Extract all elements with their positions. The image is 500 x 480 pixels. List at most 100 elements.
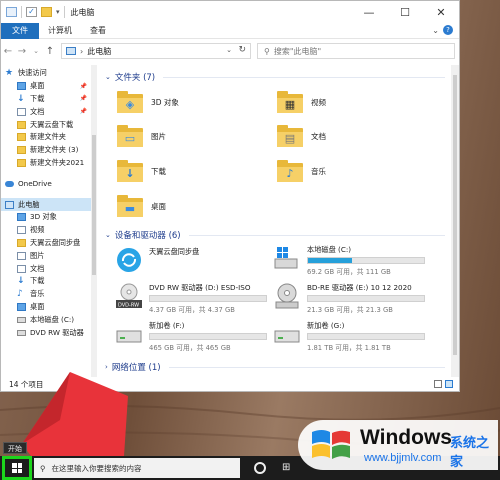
nav-item-3d-objects[interactable]: 3D 对象: [1, 211, 93, 224]
nav-quick-access[interactable]: ★ 快速访问: [1, 67, 93, 80]
music-icon: ♪: [17, 289, 23, 300]
quick-access-toolbar: ✓ ▾: [1, 6, 65, 18]
folder-label: 音乐: [311, 166, 326, 176]
taskbar-search-placeholder: 在这里输入你要搜索的内容: [51, 463, 142, 473]
breadcrumb-this-pc[interactable]: 此电脑: [87, 46, 111, 57]
device-dvd-d[interactable]: DVD-RW DVD RW 驱动器 (D:) ESD-ISO 4.37 GB 可…: [115, 283, 267, 314]
expand-ribbon-chevron-icon[interactable]: ⌄: [432, 26, 439, 35]
nav-item-desktop[interactable]: 桌面 📌: [1, 80, 93, 93]
nav-item-folder[interactable]: 新建文件夹 (3): [1, 144, 93, 157]
recent-locations-chevron-icon[interactable]: ⌄: [29, 47, 43, 55]
group-header-devices[interactable]: ⌄ 设备和驱动器 (6): [105, 229, 445, 241]
folder-videos[interactable]: ▦ 视频: [277, 91, 326, 113]
address-bar[interactable]: › 此电脑 ⌄ ↻: [61, 43, 251, 59]
group-header-folders[interactable]: ⌄ 文件夹 (7): [105, 71, 445, 83]
nav-item-dvd[interactable]: DVD RW 驱动器: [1, 326, 93, 339]
nav-item-pictures[interactable]: 图片: [1, 249, 93, 262]
nav-item-cloud-sync[interactable]: 天翼云盘同步盘: [1, 237, 93, 250]
dvd-icon: [17, 329, 26, 336]
group-header-network[interactable]: › 网络位置 (1): [105, 361, 445, 373]
search-box[interactable]: ⚲ 搜索"此电脑": [257, 43, 455, 59]
toolbar-divider: [63, 6, 65, 18]
forward-arrow-icon[interactable]: →: [15, 46, 29, 57]
nav-item-local-disk-c[interactable]: 本地磁盘 (C:): [1, 313, 93, 326]
nav-item-folder[interactable]: 新建文件夹: [1, 131, 93, 144]
capacity-fill: [308, 258, 353, 263]
folder-pictures[interactable]: ▭ 图片: [117, 125, 166, 147]
nav-item-downloads[interactable]: ↓ 下载 📌: [1, 93, 93, 106]
folder-downloads[interactable]: ↓ 下载: [117, 160, 166, 182]
nav-scrollbar-thumb[interactable]: [92, 135, 96, 275]
device-local-disk-c[interactable]: 本地磁盘 (C:) 69.2 GB 可用，共 111 GB: [273, 245, 425, 276]
tab-file[interactable]: 文件: [1, 22, 39, 39]
device-volume-g[interactable]: 新加卷 (G:) 1.81 TB 可用，共 1.81 TB: [273, 321, 425, 352]
up-arrow-icon[interactable]: ↑: [43, 46, 57, 57]
properties-check-icon[interactable]: ✓: [26, 7, 37, 17]
cortana-icon[interactable]: [254, 462, 266, 474]
device-detail: 21.3 GB 可用，共 21.3 GB: [307, 306, 393, 314]
group-title: 文件夹 (7): [114, 73, 156, 83]
pin-icon: 📌: [79, 82, 87, 90]
device-cloud-sync[interactable]: 天翼云盘同步盘: [115, 247, 199, 273]
nav-label: 天翼云盘同步盘: [30, 237, 81, 247]
nav-onedrive[interactable]: OneDrive: [1, 177, 93, 190]
content-scrollbar[interactable]: [451, 65, 459, 377]
title-bar: ✓ ▾ 此电脑 — ☐ ✕: [1, 1, 459, 23]
nav-item-videos[interactable]: 视频: [1, 224, 93, 237]
device-name: BD-RE 驱动器 (E:) 10 12 2020: [307, 283, 412, 292]
tab-computer[interactable]: 计算机: [39, 23, 81, 39]
start-tooltip: 开始: [3, 442, 27, 454]
folder-music[interactable]: ♪ 音乐: [277, 160, 326, 182]
content-scrollbar-thumb[interactable]: [453, 75, 457, 355]
large-icons-view-icon[interactable]: [445, 380, 453, 388]
nav-label: 桌面: [30, 81, 45, 91]
nav-item-desktop[interactable]: 桌面: [1, 301, 93, 314]
folder-label: 视频: [311, 97, 326, 107]
folder-3d-icon: ◈: [117, 91, 143, 113]
drive-icon: [273, 321, 301, 347]
nav-this-pc[interactable]: 此电脑: [1, 198, 93, 211]
nav-item-documents[interactable]: 文档: [1, 262, 93, 275]
nav-label: OneDrive: [18, 179, 52, 189]
breadcrumb-chevron-icon[interactable]: ›: [80, 47, 83, 56]
new-folder-icon[interactable]: [41, 7, 52, 17]
nav-item-music[interactable]: ♪ 音乐: [1, 288, 93, 301]
search-placeholder: 搜索"此电脑": [273, 46, 322, 56]
folder-desktop[interactable]: ▬ 桌面: [117, 195, 166, 217]
nav-scrollbar[interactable]: [91, 65, 97, 377]
folder-film-icon: ▦: [277, 91, 303, 113]
drive-icon: [115, 321, 143, 347]
folder-desktop-icon: ▬: [117, 195, 143, 217]
view-toggle: [434, 380, 453, 388]
help-icon[interactable]: ?: [443, 25, 453, 35]
tab-view[interactable]: 查看: [81, 23, 115, 39]
nav-label: 桌面: [30, 301, 45, 311]
pin-icon: 📌: [79, 95, 87, 103]
explorer-app-icon[interactable]: [6, 7, 17, 17]
back-arrow-icon[interactable]: ←: [1, 46, 15, 57]
refresh-icon[interactable]: ↻: [238, 45, 246, 55]
minimize-button[interactable]: —: [351, 1, 387, 23]
nav-label: 文档: [30, 106, 45, 116]
collapse-chevron-icon[interactable]: ⌄: [105, 231, 111, 239]
maximize-button[interactable]: ☐: [387, 1, 423, 23]
collapse-chevron-icon[interactable]: ⌄: [105, 73, 111, 81]
device-bd-e[interactable]: BD-RE 驱动器 (E:) 10 12 2020 21.3 GB 可用，共 2…: [273, 283, 425, 314]
nav-item-folder[interactable]: 天翼云盘下载: [1, 118, 93, 131]
folder-3d-objects[interactable]: ◈ 3D 对象: [117, 91, 179, 113]
customize-toolbar-chevron-icon[interactable]: ▾: [56, 8, 60, 16]
close-button[interactable]: ✕: [423, 1, 459, 23]
download-icon: ↓: [17, 93, 25, 104]
folder-documents[interactable]: ▤ 文档: [277, 125, 326, 147]
nav-item-documents[interactable]: 文档 📌: [1, 105, 93, 118]
start-button[interactable]: [2, 456, 32, 480]
device-volume-f[interactable]: 新加卷 (F:) 465 GB 可用，共 465 GB: [115, 321, 267, 352]
nav-item-downloads[interactable]: ↓ 下载: [1, 275, 93, 288]
details-view-icon[interactable]: [434, 380, 442, 388]
cloud-sync-icon: [17, 238, 26, 247]
nav-item-folder[interactable]: 新建文件夹2021: [1, 157, 93, 170]
task-view-icon[interactable]: ⊞: [282, 462, 290, 473]
taskbar-search-box[interactable]: ⚲ 在这里输入你要搜索的内容: [34, 458, 240, 478]
nav-label: 视频: [30, 225, 45, 235]
address-dropdown-icon[interactable]: ⌄: [226, 46, 232, 54]
